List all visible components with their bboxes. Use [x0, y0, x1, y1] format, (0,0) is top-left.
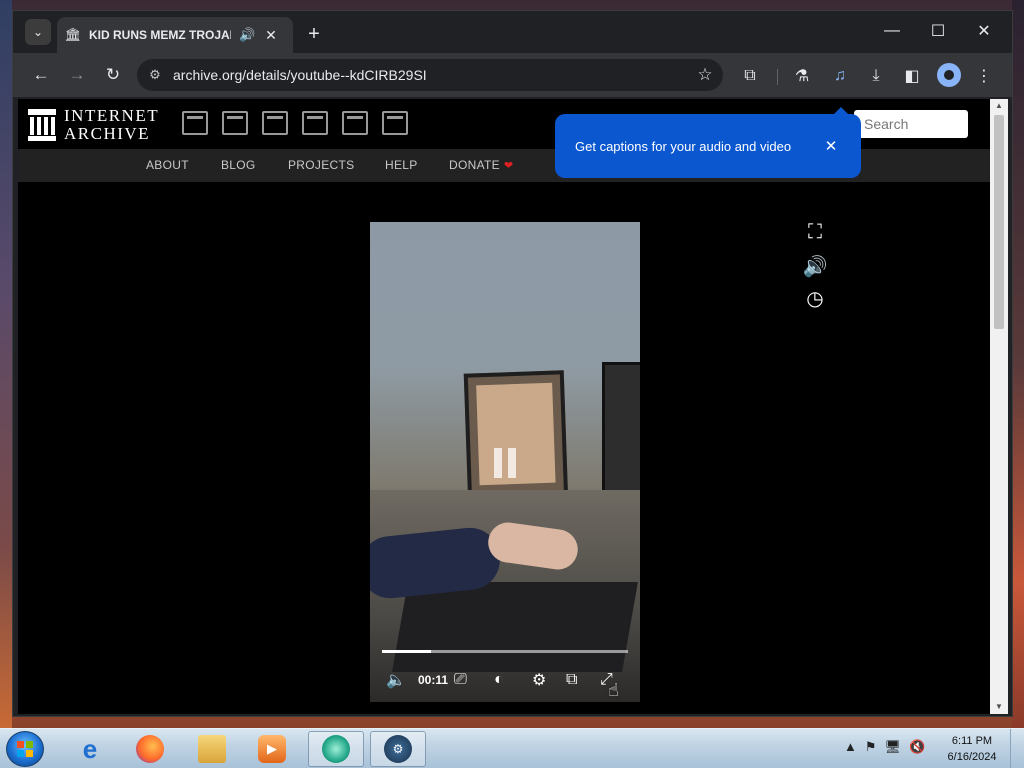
volume-icon-large[interactable]: 🔊	[802, 253, 828, 279]
clock-icon[interactable]: ◷	[802, 285, 828, 311]
start-button[interactable]	[6, 731, 44, 767]
clock-time: 6:11 PM	[951, 735, 993, 747]
search-input[interactable]: Search	[854, 110, 968, 138]
minimize-button[interactable]: —	[869, 11, 915, 51]
nav-help[interactable]: HELP	[385, 158, 418, 172]
web-icon[interactable]	[182, 111, 208, 135]
video-time: 00:11	[418, 673, 449, 687]
steam-icon[interactable]: ⚙	[370, 731, 426, 767]
firefox-icon[interactable]	[122, 731, 178, 767]
forward-button[interactable]: →	[63, 61, 91, 89]
tab-active[interactable]: 🏛 KID RUNS MEMZ TROJAN 🔊 ✕	[57, 17, 293, 53]
network-icon[interactable]: 🖥	[885, 739, 902, 755]
back-button[interactable]: ←	[27, 61, 55, 89]
side-panel-icon[interactable]: ◧	[899, 63, 925, 89]
picture-in-picture-icon[interactable]: ⧉	[566, 670, 577, 690]
scroll-down-arrow-icon[interactable]: ▼	[990, 700, 1008, 714]
taskbar-clock[interactable]: 6:11 PM 6/16/2024	[940, 733, 1004, 765]
nav-projects[interactable]: PROJECTS	[288, 158, 354, 172]
labs-icon[interactable]: ⚗	[789, 63, 815, 89]
tab-close-button[interactable]: ✕	[263, 27, 279, 44]
video-frame-monitor	[463, 370, 569, 506]
video-player[interactable]: 🔈 00:11 ⎚ ◐ ⚙ ⧉ ⤢	[370, 222, 640, 702]
page-scrollbar[interactable]: ▲ ▼	[990, 99, 1008, 714]
texts-icon[interactable]	[222, 111, 248, 135]
desktop-wallpaper-left	[0, 0, 12, 728]
nav-donate[interactable]: DONATE ❤	[449, 158, 513, 172]
speaker-icon[interactable]: 🔊	[239, 27, 255, 43]
new-tab-button[interactable]: +	[301, 21, 327, 47]
page-content: INTERNET ARCHIVE Search ABOUT BLOG PROJE…	[18, 99, 990, 714]
show-hidden-icons-icon[interactable]: ▲	[844, 739, 857, 755]
ia-logo[interactable]: INTERNET ARCHIVE	[28, 107, 159, 143]
ia-logo-text: INTERNET ARCHIVE	[64, 106, 160, 143]
file-explorer-icon[interactable]	[184, 731, 240, 767]
media-controls-icon[interactable]: ♫	[827, 63, 853, 89]
clock-date: 6/16/2024	[947, 751, 997, 763]
chevron-down-icon: ⌄	[32, 25, 44, 39]
action-center-flag-icon[interactable]: ⚑	[865, 739, 877, 755]
ia-building-icon	[28, 109, 56, 141]
media-player-icon[interactable]: ▶	[244, 731, 300, 767]
chrome-canary-icon[interactable]	[308, 731, 364, 767]
pause-icon[interactable]	[494, 448, 518, 478]
menu-icon[interactable]: ⋮	[971, 63, 997, 89]
downloads-icon[interactable]: ⤓	[863, 63, 889, 89]
browser-toolbar: ← → ↻ ⚙ archive.org/details/youtube--kdC…	[13, 53, 1012, 97]
browser-window: ⌄ 🏛 KID RUNS MEMZ TROJAN 🔊 ✕ + — ☐ ✕ ← →…	[12, 10, 1013, 717]
nav-donate-label: DONATE	[449, 158, 500, 172]
site-info-icon[interactable]: ⚙	[137, 67, 173, 83]
volume-muted-icon[interactable]: 🔇	[909, 739, 925, 755]
reload-button[interactable]: ↻	[99, 61, 127, 89]
windows-logo-icon	[17, 741, 33, 757]
media-type-nav	[182, 111, 408, 135]
extensions-icon[interactable]: ⧉	[737, 63, 763, 89]
scroll-up-arrow-icon[interactable]: ▲	[990, 99, 1008, 113]
nav-blog[interactable]: BLOG	[221, 158, 256, 172]
close-window-button[interactable]: ✕	[961, 11, 1007, 51]
images-icon[interactable]	[382, 111, 408, 135]
video-frame-keyboard	[392, 582, 638, 672]
video-controls: 🔈 00:11 ⎚ ◐ ⚙ ⧉ ⤢	[370, 666, 640, 694]
tab-search-button[interactable]: ⌄	[25, 19, 51, 45]
heart-icon: ❤	[503, 160, 514, 172]
desktop-wallpaper-right	[1012, 0, 1024, 728]
windows-taskbar: e ▶ ⚙ ▲ ⚑ 🖥 🔇 6:11 PM 6/16/2024	[0, 728, 1024, 768]
address-bar[interactable]: ⚙ archive.org/details/youtube--kdCIRB29S…	[137, 59, 723, 91]
bookmark-star-icon[interactable]: ☆	[687, 65, 723, 85]
profile-icon[interactable]	[937, 63, 961, 87]
captions-promo-text: Get captions for your audio and video	[575, 138, 792, 154]
system-tray: ▲ ⚑ 🖥 🔇	[844, 739, 925, 755]
close-icon[interactable]: ✕	[821, 137, 841, 155]
captions-promo-bubble: Get captions for your audio and video ✕	[555, 107, 861, 178]
toolbar-divider	[777, 69, 778, 85]
internet-explorer-icon[interactable]: e	[62, 731, 118, 767]
mouse-cursor-icon: ☝	[608, 680, 619, 700]
tab-title: KID RUNS MEMZ TROJAN	[89, 28, 231, 42]
settings-gear-icon[interactable]: ⚙	[532, 670, 546, 690]
tab-strip: ⌄ 🏛 KID RUNS MEMZ TROJAN 🔊 ✕ + — ☐ ✕	[13, 11, 1012, 53]
video-progress-fill	[382, 650, 432, 653]
video-icon[interactable]	[262, 111, 288, 135]
video-progress-bar[interactable]	[382, 650, 628, 653]
expand-icon[interactable]: ⛶	[802, 219, 828, 245]
volume-icon[interactable]: 🔈	[386, 670, 406, 690]
airplay-icon[interactable]: ⎚	[454, 670, 467, 690]
theater-mode-icon[interactable]: ◐	[494, 670, 504, 690]
nav-about[interactable]: ABOUT	[146, 158, 189, 172]
maximize-button[interactable]: ☐	[915, 11, 961, 51]
software-icon[interactable]	[342, 111, 368, 135]
audio-icon[interactable]	[302, 111, 328, 135]
scrollbar-thumb[interactable]	[994, 115, 1004, 329]
show-desktop-button[interactable]	[1010, 729, 1024, 768]
internet-archive-icon: 🏛	[64, 27, 82, 42]
url-text[interactable]: archive.org/details/youtube--kdCIRB29SI	[173, 67, 687, 83]
